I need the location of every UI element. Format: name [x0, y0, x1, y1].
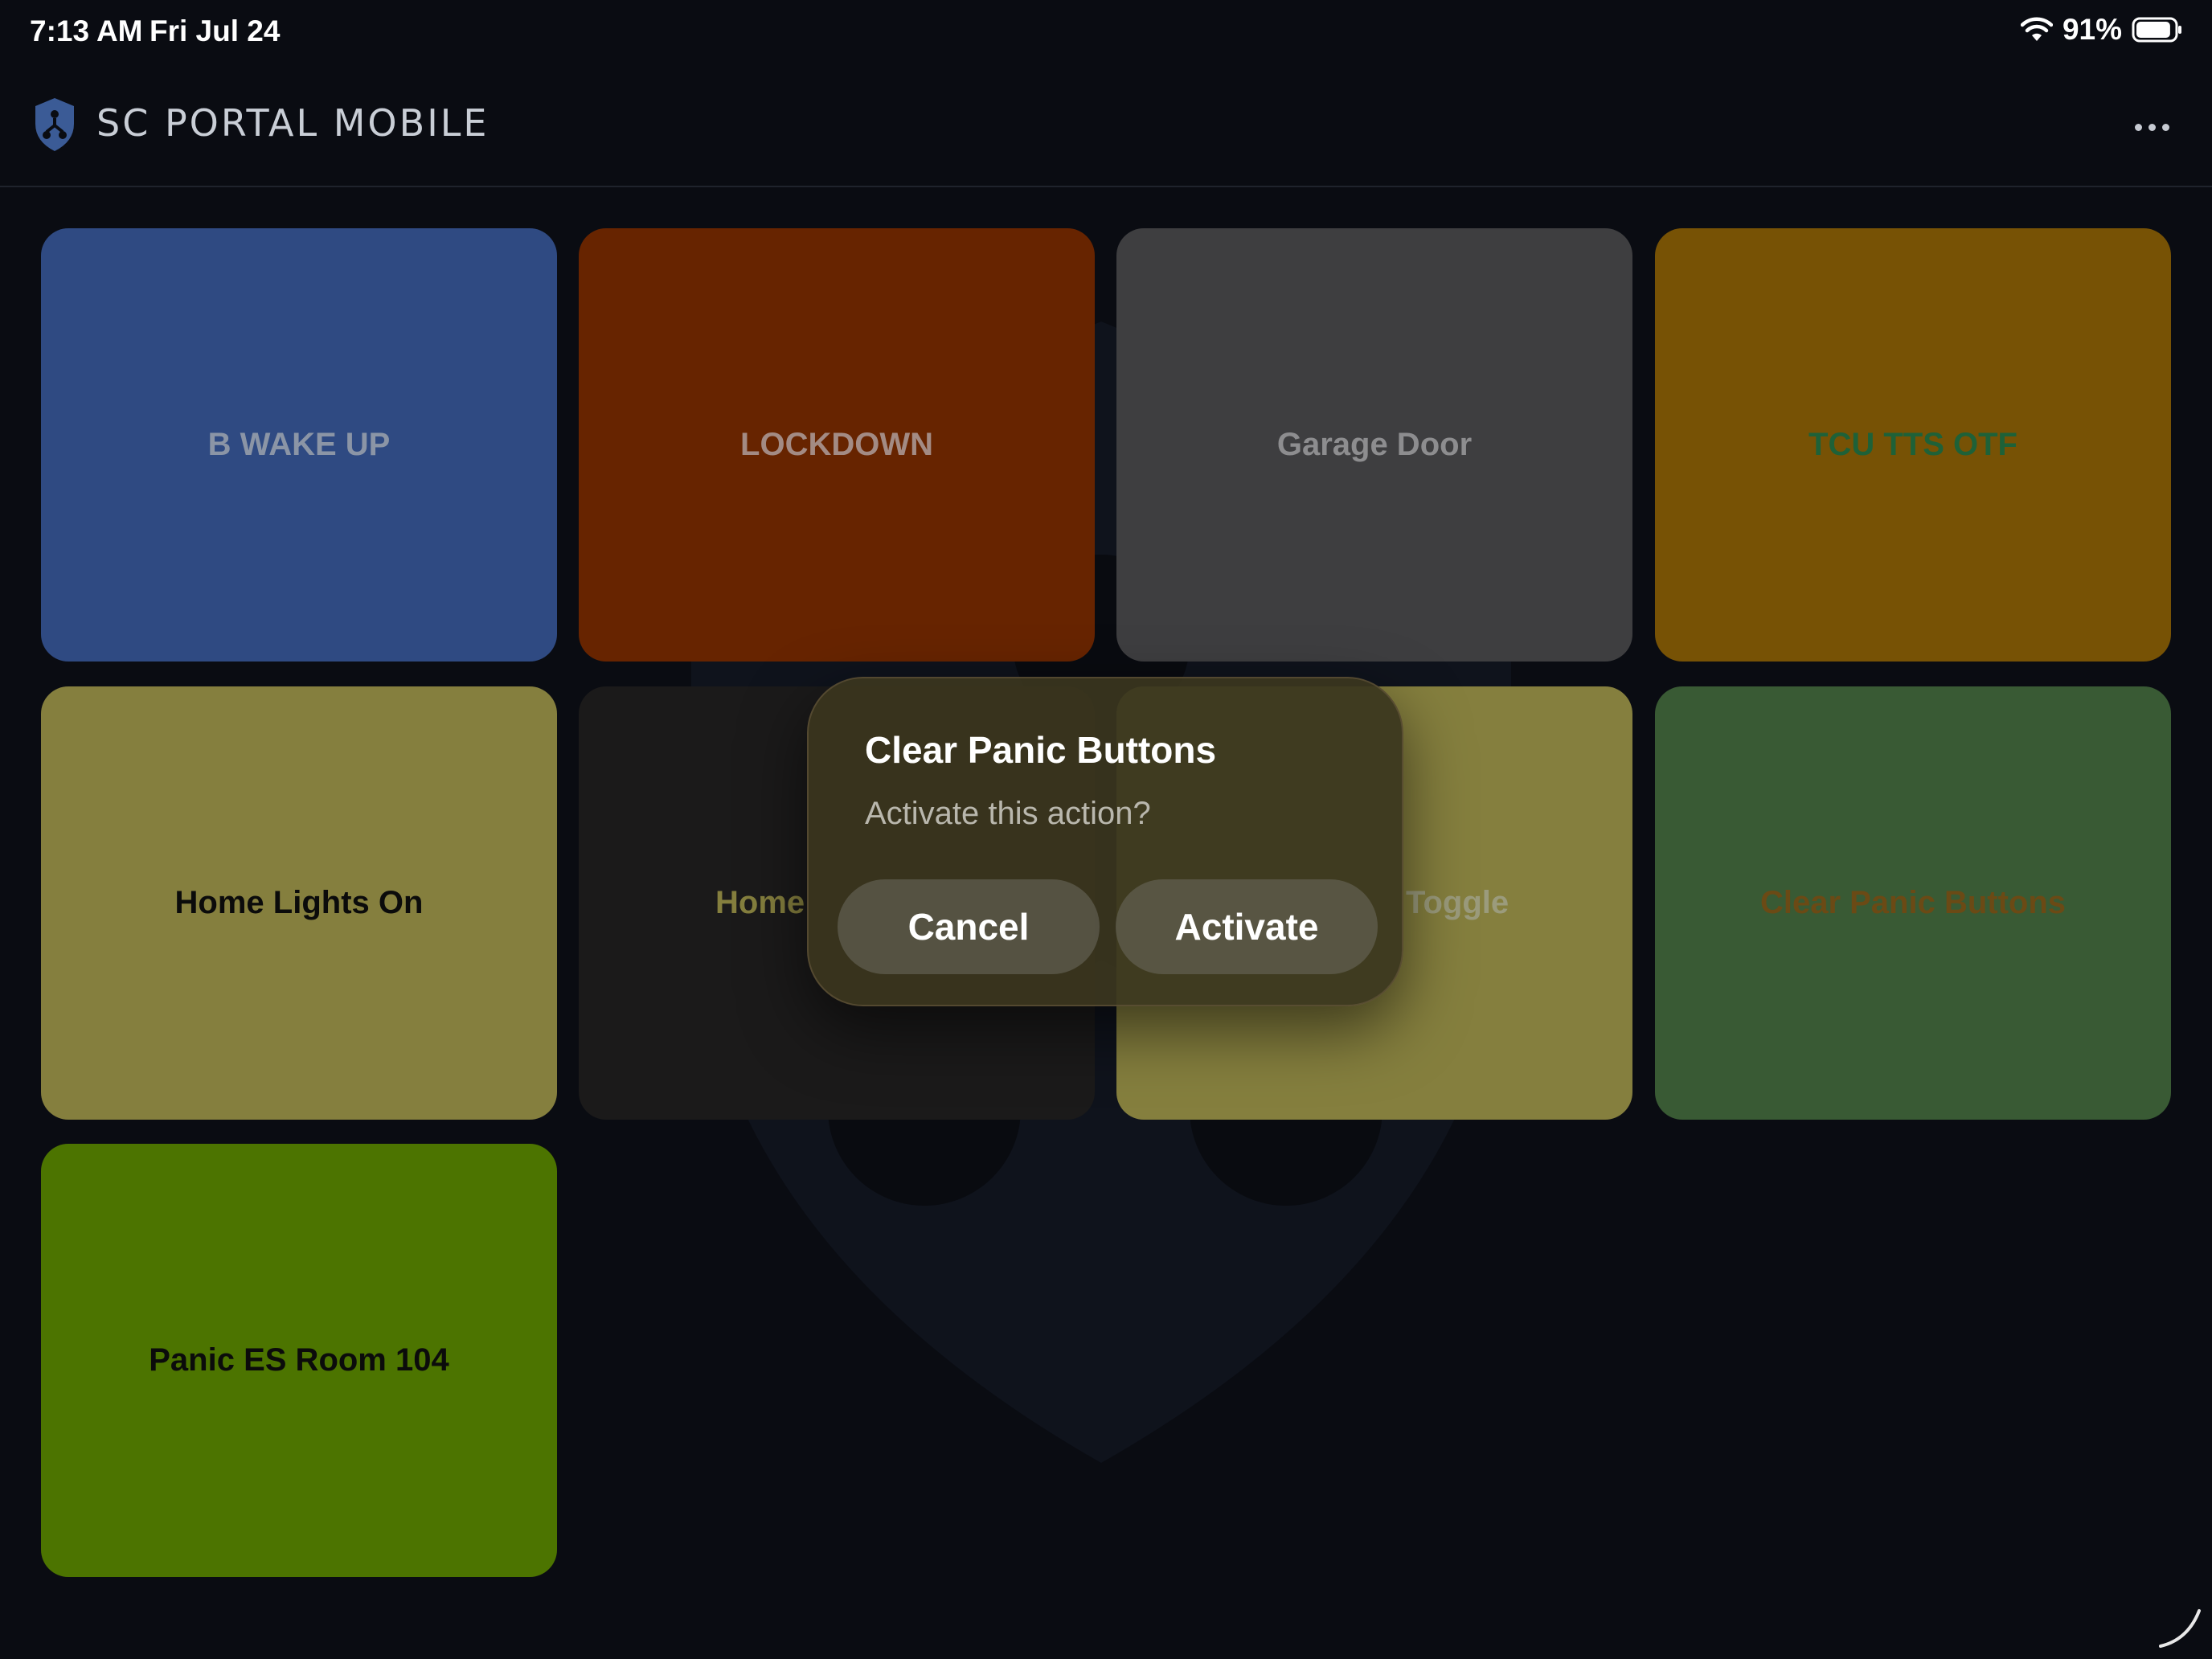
app-header: SC PORTAL MOBILE	[0, 80, 2212, 187]
tile-tcu-tts-otf[interactable]: TCU TTS OTF	[1655, 228, 2171, 662]
wifi-icon	[2020, 17, 2053, 41]
tile-label: Garage Door	[1276, 427, 1473, 462]
tile-garage-door[interactable]: Garage Door	[1116, 228, 1632, 662]
confirm-dialog: Clear Panic Buttons Activate this action…	[807, 677, 1403, 1006]
cancel-button[interactable]: Cancel	[838, 879, 1100, 974]
more-dots-icon	[2134, 123, 2142, 131]
tile-home-lights-on[interactable]: Home Lights On	[41, 686, 557, 1120]
activate-button[interactable]: Activate	[1116, 879, 1378, 974]
dialog-title: Clear Panic Buttons	[865, 729, 1217, 771]
status-time: 7:13 AM	[30, 14, 143, 47]
more-menu-button[interactable]	[2124, 104, 2180, 150]
app-title: SC PORTAL MOBILE	[96, 101, 490, 145]
tile-label: Toggle	[1406, 885, 1509, 920]
tile-panic-es-room-104[interactable]: Panic ES Room 104	[41, 1144, 557, 1577]
tile-lockdown[interactable]: LOCKDOWN	[579, 228, 1095, 662]
battery-icon	[2132, 17, 2181, 43]
tile-label: LOCKDOWN	[740, 427, 933, 462]
tile-label: Clear Panic Buttons	[1759, 885, 2067, 920]
tile-label: Home Lights On	[174, 885, 424, 920]
screen: 7:13 AM Fri Jul 24 91% SC PORTAL MOBILE	[0, 0, 2212, 1659]
status-bar: 7:13 AM Fri Jul 24 91%	[0, 0, 2212, 64]
tile-label: Panic ES Room 104	[149, 1342, 449, 1378]
status-date: Fri Jul 24	[150, 14, 281, 47]
battery-percent: 91%	[2062, 13, 2122, 46]
tile-clear-panic-buttons[interactable]: Clear Panic Buttons	[1655, 686, 2171, 1120]
tile-b-wake-up[interactable]: B WAKE UP	[41, 228, 557, 662]
status-indicators: 91%	[2020, 13, 2183, 47]
shield-logo-icon	[35, 98, 74, 151]
dialog-message: Activate this action?	[865, 796, 1151, 831]
tile-label: B WAKE UP	[207, 427, 391, 462]
tile-label: Home	[715, 885, 805, 920]
tile-label: TCU TTS OTF	[1809, 427, 2017, 462]
resize-handle-icon	[2159, 1609, 2201, 1648]
